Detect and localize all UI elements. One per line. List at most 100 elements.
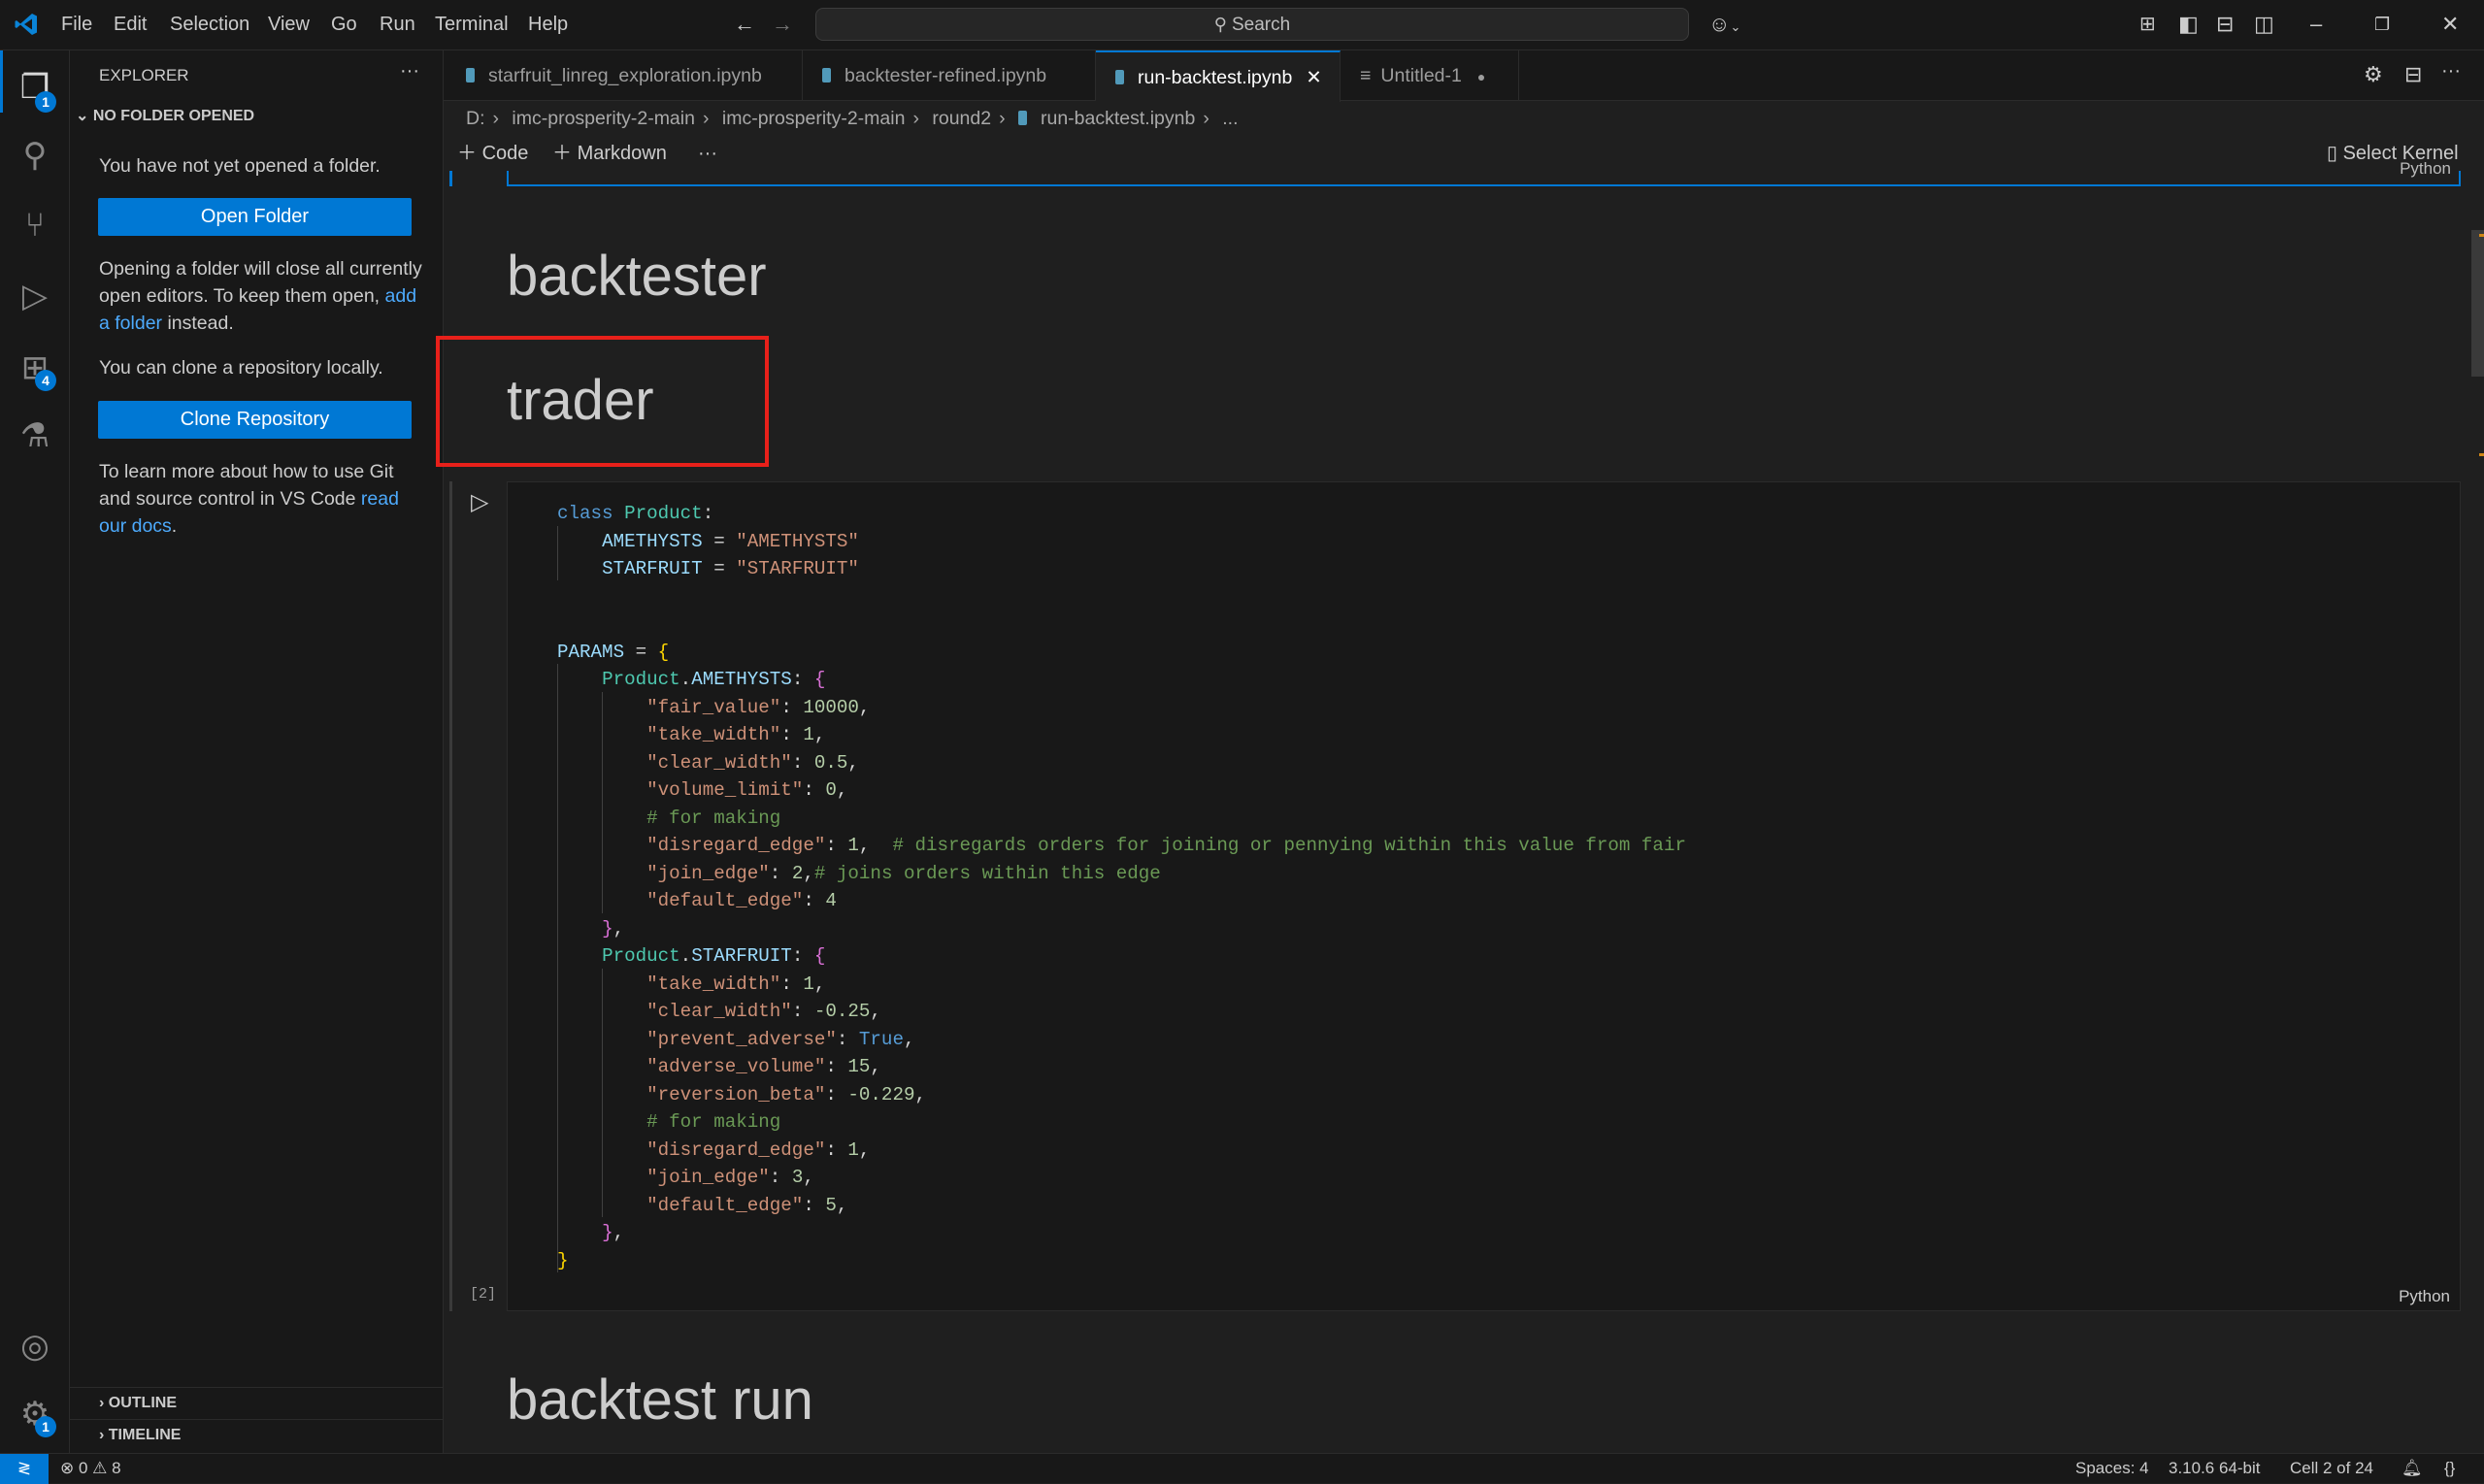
menu-file[interactable]: File (61, 14, 92, 36)
more-actions-icon[interactable]: ··· (400, 60, 419, 82)
copilot-icon[interactable]: ☺⌄ (1708, 12, 1740, 40)
notifications-bell-icon[interactable]: 🔔︎ (2401, 1454, 2423, 1483)
add-markdown-cell-button[interactable]: ＋ Markdown (552, 136, 667, 171)
no-folder-section-header[interactable]: ⌄ NO FOLDER OPENED (76, 106, 254, 125)
clone-repository-button[interactable]: Clone Repository (98, 401, 412, 439)
markdown-heading-backtest-run: backtest run (507, 1369, 813, 1432)
code-cell[interactable]: class Product: AMETHYSTS = "AMETHYSTS" S… (507, 481, 2461, 1311)
unsaved-dot-icon: ● (1476, 69, 1486, 84)
menu-edit[interactable]: Edit (114, 14, 147, 36)
close-window-icon[interactable]: ✕ (2441, 12, 2459, 37)
open-folder-button[interactable]: Open Folder (98, 198, 412, 236)
explorer-icon[interactable]: ❐ 1 (14, 66, 56, 113)
opening-folder-text: Opening a folder will close all currentl… (99, 255, 429, 337)
cell-selection-bar (449, 481, 452, 1311)
remote-indicator-button[interactable]: ≷ (0, 1454, 49, 1484)
notebook-toolbar: ＋ Code ＋ Markdown ··· ▯ Select Kernel (444, 136, 2484, 171)
close-tab-icon[interactable]: ✕ (1306, 67, 1321, 88)
run-debug-icon[interactable]: ▷ (14, 275, 56, 317)
previous-cell-editor[interactable]: Python (507, 159, 2461, 186)
toggle-secondary-sidebar-icon[interactable]: ◫ (2254, 12, 2274, 37)
manage-badge: 1 (35, 1416, 56, 1437)
notebook-settings-gear-icon[interactable]: ⚙ (2364, 62, 2383, 87)
markdown-heading-backtester: backtester (507, 245, 767, 308)
tab-starfruit-linreg[interactable]: starfruit_linreg_exploration.ipynb (447, 50, 803, 101)
language-braces-icon[interactable]: {} (2444, 1454, 2455, 1483)
forward-arrow-icon[interactable]: → (772, 12, 793, 37)
toolbar-more-icon[interactable]: ··· (698, 136, 717, 171)
breadcrumb-drive[interactable]: D: (466, 108, 485, 129)
explorer-badge: 1 (35, 91, 56, 113)
opening-text-end: instead. (162, 313, 234, 334)
menu-go[interactable]: Go (331, 14, 357, 36)
code-line: "default_edge": 4 (557, 887, 1686, 915)
tab-label: run-backtest.ipynb (1138, 67, 1293, 88)
code-token: 3 (791, 1167, 804, 1188)
breadcrumb-folder[interactable]: round2 (932, 108, 991, 129)
toggle-panel-icon[interactable]: ⊟ (2216, 12, 2234, 37)
scrollbar-thumb[interactable] (2471, 230, 2484, 377)
problems-button[interactable]: ⊗ 0 ⚠ 8 (60, 1454, 121, 1483)
breadcrumb-folder[interactable]: imc-prosperity-2-main (722, 108, 906, 129)
restore-icon[interactable]: ❐ (2374, 12, 2390, 37)
menu-help[interactable]: Help (528, 14, 568, 36)
run-cell-button[interactable]: ▷ (471, 488, 488, 516)
code-token: : (780, 724, 804, 745)
cell-position-indicator[interactable]: Cell 2 of 24 (2290, 1454, 2373, 1483)
notebook-icon (822, 68, 831, 82)
code-token: 2 (791, 862, 804, 884)
code-token: , (847, 751, 859, 774)
breadcrumb-file[interactable]: run-backtest.ipynb (1041, 108, 1195, 129)
command-center-search[interactable]: ⚲ Search (815, 8, 1689, 41)
tab-backtester-refined[interactable]: backtester-refined.ipynb (803, 50, 1096, 101)
split-editor-icon[interactable]: ⊟ (2404, 62, 2422, 87)
code-token: 4 (825, 890, 837, 911)
breadcrumb-symbol[interactable]: ... (1222, 108, 1238, 129)
code-line: }, (557, 1219, 1686, 1247)
python-interpreter-button[interactable]: 3.10.6 64-bit (2169, 1454, 2261, 1483)
more-actions-icon[interactable]: ··· (2441, 60, 2461, 82)
code-token: : (791, 1001, 814, 1022)
tab-run-backtest[interactable]: run-backtest.ipynb ✕ (1096, 50, 1341, 102)
menu-terminal[interactable]: Terminal (435, 14, 509, 36)
activity-bar: ❐ 1 ⚲ ⑂ ▷ ⊞ 4 ⚗ ◎ ⚙ 1 (0, 50, 70, 1453)
customize-layout-icon[interactable]: ⊞ (2139, 12, 2156, 37)
back-arrow-icon[interactable]: ← (734, 12, 755, 37)
code-token: "adverse_volume" (646, 1056, 826, 1077)
code-token: , (914, 1083, 926, 1105)
minimize-icon[interactable]: – (2310, 12, 2322, 37)
menu-view[interactable]: View (268, 14, 310, 36)
cell-language-label[interactable]: Python (2399, 1287, 2450, 1306)
code-token: "volume_limit" (646, 779, 804, 801)
code-token: } (557, 1249, 569, 1271)
manage-gear-icon[interactable]: ⚙ 1 (14, 1393, 56, 1437)
execution-count: [2] (470, 1286, 497, 1303)
code-line: Product.STARFRUIT: { (557, 942, 1686, 971)
tab-untitled-1[interactable]: ≡ Untitled-1 ● (1341, 50, 1519, 101)
accounts-icon[interactable]: ◎ (14, 1325, 56, 1368)
source-control-icon[interactable]: ⑂ (14, 204, 56, 247)
add-code-cell-button[interactable]: ＋ Code (457, 136, 528, 171)
toggle-primary-sidebar-icon[interactable]: ◧ (2178, 12, 2199, 37)
timeline-section[interactable]: › TIMELINE (70, 1419, 444, 1450)
menu-run[interactable]: Run (380, 14, 415, 36)
section-label: NO FOLDER OPENED (92, 108, 255, 124)
code-token: "disregard_edge" (646, 1138, 826, 1161)
code-line: "clear_width": 0.5, (557, 749, 1686, 777)
code-editor[interactable]: class Product: AMETHYSTS = "AMETHYSTS" S… (557, 500, 1686, 1274)
code-token: , (870, 1001, 881, 1022)
outline-section[interactable]: › OUTLINE (70, 1387, 444, 1418)
code-token: True (858, 1028, 904, 1050)
search-view-icon[interactable]: ⚲ (14, 134, 56, 177)
breadcrumb-folder[interactable]: imc-prosperity-2-main (512, 108, 695, 129)
menu-selection[interactable]: Selection (170, 14, 249, 36)
scrollbar-marker (2479, 453, 2484, 456)
extensions-icon[interactable]: ⊞ 4 (14, 346, 56, 391)
code-token: : (780, 696, 804, 718)
indentation-button[interactable]: Spaces: 4 (2075, 1454, 2149, 1483)
testing-icon[interactable]: ⚗ (14, 414, 56, 457)
